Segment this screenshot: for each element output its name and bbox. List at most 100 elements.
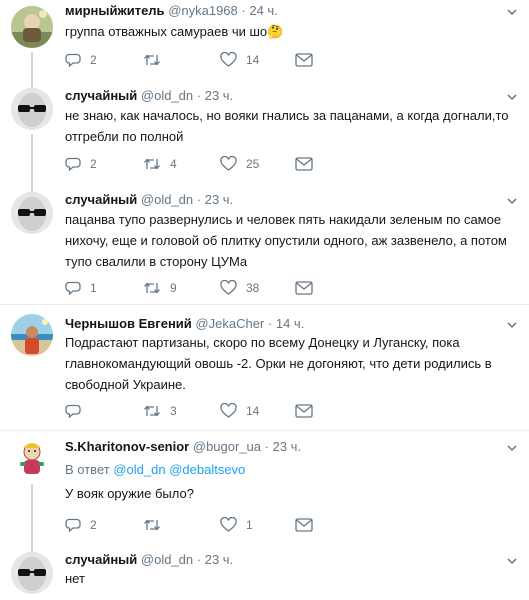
tweet-text: пацанва тупо развернулись и человек пять…	[65, 212, 507, 269]
heart-icon	[220, 156, 237, 171]
reply-count: 2	[90, 53, 97, 67]
tweet-actions: 2 1	[65, 515, 505, 535]
timestamp[interactable]: 23 ч.	[205, 552, 233, 567]
retweet-button[interactable]: 9	[143, 278, 177, 298]
retweet-icon	[144, 282, 160, 294]
tweet[interactable]: случайный @old_dn · 23 ч. нет	[0, 544, 529, 600]
avatar[interactable]	[11, 438, 53, 480]
like-button[interactable]: 38	[220, 278, 259, 298]
thread-line	[31, 484, 33, 544]
like-button[interactable]: 14	[220, 50, 259, 70]
thread-line	[31, 52, 33, 80]
heart-icon	[220, 280, 237, 295]
display-name[interactable]: случайный	[65, 88, 137, 103]
dm-button[interactable]	[295, 154, 313, 174]
dm-button[interactable]	[295, 278, 313, 298]
separator-dot: ·	[196, 192, 202, 207]
reply-button[interactable]: 2	[65, 154, 97, 174]
tweet-actions: 2 4 25	[65, 154, 505, 174]
dm-button[interactable]	[295, 401, 313, 421]
username[interactable]: @old_dn	[141, 552, 193, 567]
retweet-count: 3	[170, 404, 177, 418]
avatar[interactable]	[11, 88, 53, 130]
reply-prefix: В ответ	[65, 462, 110, 477]
timestamp[interactable]: 23 ч.	[205, 88, 233, 103]
reply-icon	[65, 157, 81, 172]
display-name[interactable]: случайный	[65, 552, 137, 567]
retweet-button[interactable]	[143, 515, 170, 535]
tweet-header: мирныйжитель @nyka1968 · 24 ч.	[65, 3, 278, 18]
separator-dot: ·	[264, 439, 269, 454]
envelope-icon	[295, 518, 313, 532]
timestamp[interactable]: 14 ч.	[276, 316, 304, 331]
reply-button[interactable]: 1	[65, 278, 97, 298]
envelope-icon	[295, 53, 313, 67]
tweet-header: случайный @old_dn · 23 ч.	[65, 88, 233, 103]
chevron-down-icon[interactable]	[507, 443, 517, 453]
retweet-button[interactable]: 4	[143, 154, 177, 174]
display-name[interactable]: случайный	[65, 192, 137, 207]
username[interactable]: @JekaCher	[195, 316, 264, 331]
chevron-down-icon[interactable]	[507, 320, 517, 330]
timestamp[interactable]: 24 ч.	[249, 3, 277, 18]
retweet-button[interactable]: 3	[143, 401, 177, 421]
reply-icon	[65, 281, 81, 296]
reply-context: В ответ @old_dn @debaltsevo	[65, 462, 245, 477]
timestamp[interactable]: 23 ч.	[205, 192, 233, 207]
heart-icon	[220, 403, 237, 418]
reply-count: 1	[90, 281, 97, 295]
like-button[interactable]: 14	[220, 401, 259, 421]
display-name[interactable]: мирныйжитель	[65, 3, 165, 18]
dm-button[interactable]	[295, 50, 313, 70]
chevron-down-icon[interactable]	[507, 7, 517, 17]
like-count: 1	[246, 518, 253, 532]
heart-icon	[220, 52, 237, 67]
mention-link[interactable]: @debaltsevo	[169, 462, 245, 477]
tweet[interactable]: Чернышов Евгений @JekaCher · 14 ч. Подра…	[0, 305, 529, 430]
envelope-icon	[295, 404, 313, 418]
tweet[interactable]: случайный @old_dn · 23 ч. пацанва тупо р…	[0, 180, 529, 304]
thread-line	[31, 134, 33, 180]
tweet-actions: 1 9 38	[65, 278, 505, 298]
avatar[interactable]	[11, 192, 53, 234]
mention-link[interactable]: @old_dn	[113, 462, 165, 477]
tweet-text: группа отважных самураев чи шо🤔	[65, 24, 284, 39]
like-button[interactable]: 1	[220, 515, 253, 535]
timestamp[interactable]: 23 ч.	[273, 439, 301, 454]
tweet[interactable]: случайный @old_dn · 23 ч. не знаю, как н…	[0, 80, 529, 180]
retweet-button[interactable]	[143, 50, 170, 70]
chevron-down-icon[interactable]	[507, 556, 517, 566]
username[interactable]: @old_dn	[141, 192, 193, 207]
tweet-text: не знаю, как началось, но вояки гнались …	[65, 108, 509, 144]
retweet-count: 9	[170, 281, 177, 295]
display-name[interactable]: S.Kharitonov-senior	[65, 439, 189, 454]
chevron-down-icon[interactable]	[507, 196, 517, 206]
username[interactable]: @nyka1968	[168, 3, 238, 18]
tweet[interactable]: мирныйжитель @nyka1968 · 24 ч. группа от…	[0, 0, 529, 80]
thread-line	[31, 544, 33, 552]
avatar[interactable]	[11, 6, 53, 48]
retweet-icon	[144, 54, 160, 66]
tweet-header: случайный @old_dn · 23 ч.	[65, 552, 233, 567]
avatar[interactable]	[11, 552, 53, 594]
like-button[interactable]: 25	[220, 154, 259, 174]
username[interactable]: @bugor_ua	[193, 439, 261, 454]
like-count: 38	[246, 281, 260, 295]
tweet[interactable]: S.Kharitonov-senior @bugor_ua · 23 ч. В …	[0, 431, 529, 544]
tweet-header: S.Kharitonov-senior @bugor_ua · 23 ч.	[65, 439, 301, 454]
tweet-text: нет	[65, 571, 85, 586]
like-count: 14	[246, 53, 260, 67]
username[interactable]: @old_dn	[141, 88, 193, 103]
chevron-down-icon[interactable]	[507, 92, 517, 102]
avatar[interactable]	[11, 314, 53, 356]
reply-icon	[65, 53, 81, 68]
display-name[interactable]: Чернышов Евгений	[65, 316, 192, 331]
reply-button[interactable]: 2	[65, 50, 97, 70]
reply-button[interactable]: 2	[65, 515, 97, 535]
tweet-actions: 2 14	[65, 50, 505, 70]
reply-button[interactable]	[65, 401, 90, 421]
retweet-icon	[144, 405, 160, 417]
envelope-icon	[295, 281, 313, 295]
dm-button[interactable]	[295, 515, 313, 535]
separator-dot: ·	[196, 552, 202, 567]
